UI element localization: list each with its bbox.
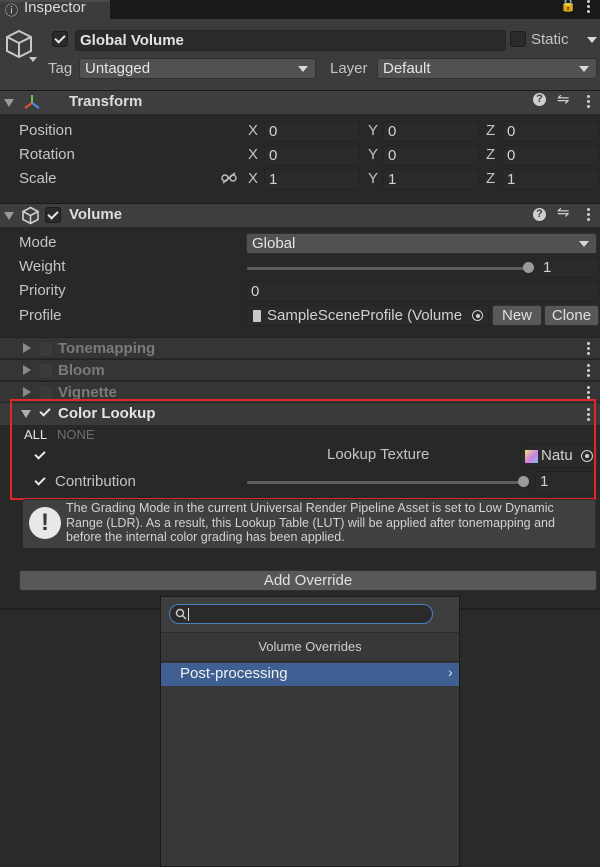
expand-icon[interactable]: [23, 387, 31, 397]
info-icon: ⓘ: [5, 3, 19, 18]
constrain-proportions-icon[interactable]: [221, 172, 237, 184]
static-dropdown-icon[interactable]: [587, 37, 597, 43]
volume-cube-icon: [22, 206, 39, 225]
popup-header-divider: [161, 661, 459, 662]
rotation-z-field[interactable]: 0: [502, 145, 599, 166]
position-label: Position: [19, 122, 73, 139]
static-checkbox[interactable]: [510, 31, 526, 47]
volume-title: Volume: [69, 206, 123, 223]
highlight-box: [10, 399, 596, 500]
weight-label: Weight: [19, 258, 66, 275]
axis-y-label: Y: [368, 170, 379, 187]
rotation-x-field[interactable]: 0: [264, 145, 360, 166]
profile-object-field[interactable]: SampleSceneProfile (Volume: [246, 305, 489, 326]
search-input[interactable]: [169, 604, 433, 624]
lut-help-text: The Grading Mode in the current Universa…: [66, 501, 555, 544]
gameobject-icon-dropdown[interactable]: [29, 57, 37, 62]
add-override-button[interactable]: Add Override: [19, 570, 597, 591]
override-title: Bloom: [58, 362, 105, 379]
position-z-field[interactable]: 0: [502, 121, 599, 142]
volume-foldout-icon[interactable]: [4, 212, 14, 220]
new-profile-button[interactable]: New: [492, 305, 542, 326]
weight-slider-handle[interactable]: [523, 262, 534, 273]
transform-title: Transform: [69, 93, 143, 110]
transform-menu-icon[interactable]: [587, 95, 591, 110]
priority-label: Priority: [19, 282, 66, 299]
tag-value: Untagged: [85, 60, 151, 77]
popup-section-title: Volume Overrides: [258, 639, 362, 654]
object-picker-icon[interactable]: [468, 306, 488, 325]
tab-inspector[interactable]: ⓘ Inspector: [0, 0, 110, 19]
lock-icon[interactable]: 🔒: [560, 0, 576, 13]
axis-y-label: Y: [368, 122, 379, 139]
axis-y-label: Y: [368, 146, 379, 163]
layer-label: Layer: [330, 60, 368, 77]
mode-label: Mode: [19, 234, 57, 251]
object-name-field[interactable]: Global Volume: [75, 30, 506, 51]
help-icon[interactable]: ?: [533, 93, 546, 106]
layer-value: Default: [383, 60, 431, 77]
position-x-field[interactable]: 0: [264, 121, 360, 142]
override-menu-icon[interactable]: [587, 342, 591, 357]
tag-label: Tag: [48, 60, 73, 77]
preset-icon[interactable]: ⇋: [557, 90, 570, 108]
volume-menu-icon[interactable]: [587, 208, 591, 223]
position-y-field[interactable]: 0: [383, 121, 479, 142]
weight-field[interactable]: 1: [538, 257, 599, 278]
search-icon: [175, 608, 187, 620]
weight-slider-track[interactable]: [247, 267, 529, 270]
axis-x-label: X: [248, 122, 259, 139]
static-label: Static: [531, 31, 569, 48]
preset-icon[interactable]: ⇋: [557, 203, 570, 221]
clone-profile-button[interactable]: Clone: [544, 305, 599, 326]
expand-icon[interactable]: [23, 365, 31, 375]
chevron-down-icon: [298, 66, 308, 72]
chevron-right-icon: ›: [448, 664, 453, 680]
volume-enabled-checkbox[interactable]: [45, 207, 61, 223]
popup-item-label: Post-processing: [180, 665, 288, 682]
rotation-label: Rotation: [19, 146, 75, 163]
override-checkbox[interactable]: [38, 363, 54, 379]
override-checkbox[interactable]: [38, 341, 54, 357]
gameobject-icon: [6, 29, 32, 59]
tab-menu-icon[interactable]: [587, 0, 591, 15]
tab-label: Inspector: [24, 0, 86, 16]
axis-x-label: X: [248, 170, 259, 187]
help-icon[interactable]: ?: [533, 208, 546, 221]
warning-icon: !: [29, 507, 61, 539]
text-cursor: [188, 608, 189, 621]
volume-overrides-popup: Volume Overrides Post-processing ›: [160, 596, 460, 867]
lut-help-box: ! The Grading Mode in the current Univer…: [22, 499, 596, 549]
profile-value: SampleSceneProfile (Volume: [267, 307, 463, 324]
mode-value: Global: [252, 235, 296, 252]
mode-dropdown[interactable]: Global: [246, 233, 597, 254]
axis-z-label: Z: [486, 122, 496, 139]
active-checkbox[interactable]: [52, 31, 68, 47]
tag-dropdown[interactable]: Untagged: [79, 58, 316, 79]
override-menu-icon[interactable]: [587, 364, 591, 379]
popup-item-post-processing[interactable]: Post-processing ›: [161, 663, 459, 686]
override-title: Tonemapping: [58, 340, 156, 357]
scale-x-field[interactable]: 1: [264, 169, 360, 190]
rotation-y-field[interactable]: 0: [383, 145, 479, 166]
axis-z-label: Z: [486, 170, 496, 187]
chevron-down-icon: [579, 66, 589, 72]
profile-label: Profile: [19, 307, 62, 324]
transform-foldout-icon[interactable]: [4, 99, 14, 107]
expand-icon[interactable]: [23, 343, 31, 353]
scale-z-field[interactable]: 1: [502, 169, 599, 190]
layer-dropdown[interactable]: Default: [377, 58, 597, 79]
chevron-down-icon: [579, 241, 589, 247]
scale-label: Scale: [19, 170, 57, 187]
scale-y-field[interactable]: 1: [383, 169, 479, 190]
transform-icon: [24, 95, 40, 109]
axis-z-label: Z: [486, 146, 496, 163]
volume-profile-icon: [253, 310, 261, 322]
priority-field[interactable]: 0: [246, 281, 599, 302]
axis-x-label: X: [248, 146, 259, 163]
